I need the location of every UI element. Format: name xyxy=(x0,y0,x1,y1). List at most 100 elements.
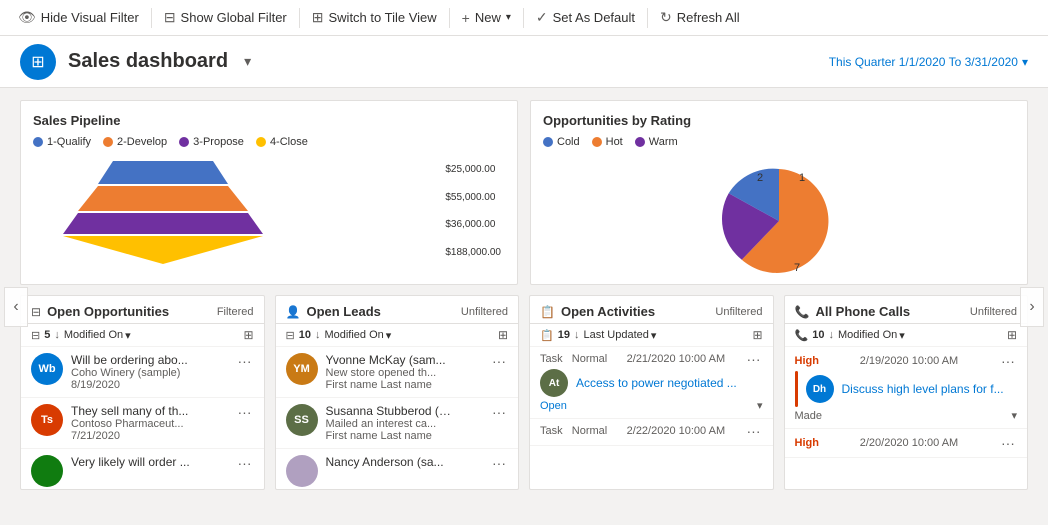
phone-item[interactable]: High 2/20/2020 10:00 AM ··· xyxy=(785,429,1028,458)
avatar xyxy=(31,455,63,487)
sales-pipeline-card: Sales Pipeline 1-Qualify 2-Develop 3-Pro… xyxy=(20,100,518,285)
list-item[interactable]: Ts They sell many of th... Contoso Pharm… xyxy=(21,398,264,449)
activity-status-row: Open ▾ xyxy=(540,397,763,414)
activities-controls: 📋 19 ↓ Last Updated ▾ ⊞ xyxy=(530,324,773,347)
pie-label-7: 7 xyxy=(794,262,800,274)
opp-badge: Filtered xyxy=(217,306,254,318)
activity-item[interactable]: Task Normal 2/22/2020 10:00 AM ··· xyxy=(530,419,773,446)
funnel-chart xyxy=(33,156,293,266)
activity-title[interactable]: Access to power negotiated ... xyxy=(576,376,763,390)
funnel-label-1: $25,000.00 xyxy=(445,164,501,175)
propose-dot xyxy=(179,137,189,147)
more-options-icon[interactable]: ··· xyxy=(236,404,254,420)
leads-filter-icon[interactable]: ⊞ xyxy=(498,328,508,342)
phone-sort-btn[interactable]: Modified On ▾ xyxy=(838,329,905,342)
activities-body: Task Normal 2/21/2020 10:00 AM ··· At Ac… xyxy=(530,347,773,489)
phone-controls: 📞 10 ↓ Modified On ▾ ⊞ xyxy=(785,324,1028,347)
opp-rating-title: Opportunities by Rating xyxy=(543,113,1015,128)
item-sub: Contoso Pharmaceut... xyxy=(71,418,228,430)
phone-content: Discuss high level plans for f... xyxy=(842,382,1018,396)
nav-next-btn[interactable]: › xyxy=(1020,287,1044,327)
priority-bar xyxy=(795,371,798,407)
new-btn[interactable]: + New ▾ xyxy=(452,0,521,36)
more-options-icon[interactable]: ··· xyxy=(236,455,254,471)
sort-chevron-icon: ▾ xyxy=(899,329,905,342)
activities-sort-btn[interactable]: Last Updated ▾ xyxy=(583,329,656,342)
opportunities-rating-card: Opportunities by Rating Cold Hot Warm xyxy=(530,100,1028,285)
divider xyxy=(449,8,450,28)
item-name: Susanna Stubberod (… xyxy=(326,404,483,418)
item-sub: Coho Winery (sample) xyxy=(71,367,228,379)
show-global-filter-btn[interactable]: ⊟ Show Global Filter xyxy=(154,0,297,36)
phone-filter-icon[interactable]: ⊞ xyxy=(1007,328,1017,342)
eye-icon: 👁 xyxy=(18,9,36,26)
chevron-down-icon: ▾ xyxy=(506,12,511,23)
chevron-down-icon[interactable]: ▾ xyxy=(757,399,763,412)
opp-grid-icon: ⊟ xyxy=(31,305,41,319)
list-item[interactable]: Very likely will order ... ··· xyxy=(21,449,264,489)
activity-item[interactable]: Task Normal 2/21/2020 10:00 AM ··· At Ac… xyxy=(530,347,773,419)
refresh-all-btn[interactable]: ↻ Refresh All xyxy=(650,0,750,36)
legend-propose: 3-Propose xyxy=(179,136,244,148)
hide-visual-filter-btn[interactable]: 👁 Hide Visual Filter xyxy=(8,0,149,36)
divider xyxy=(647,8,648,28)
set-as-default-btn[interactable]: ✓ Set As Default xyxy=(526,0,645,36)
more-options-icon[interactable]: ··· xyxy=(745,423,763,439)
more-options-icon[interactable]: ··· xyxy=(490,455,508,471)
switch-tile-btn[interactable]: ⊞ Switch to Tile View xyxy=(302,0,447,36)
open-activities-card: 📋 Open Activities Unfiltered 📋 19 ↓ Last… xyxy=(529,295,774,490)
more-options-icon[interactable]: ··· xyxy=(236,353,254,369)
app-icon: ⊞ xyxy=(20,44,56,80)
phone-title: All Phone Calls xyxy=(815,304,910,319)
opp-sort-btn[interactable]: Modified On ▾ xyxy=(64,329,131,342)
item-sub: Mailed an interest ca... xyxy=(326,418,483,430)
activities-title: Open Activities xyxy=(561,304,655,319)
more-options-icon[interactable]: ··· xyxy=(999,353,1017,369)
phone-title[interactable]: Discuss high level plans for f... xyxy=(842,382,1018,396)
list-item[interactable]: SS Susanna Stubberod (… Mailed an intere… xyxy=(276,398,519,449)
phone-item[interactable]: High 2/19/2020 10:00 AM ··· Dh Discuss h… xyxy=(785,347,1028,429)
more-options-icon[interactable]: ··· xyxy=(999,435,1017,451)
phone-priority: High xyxy=(795,355,819,367)
cold-dot xyxy=(543,137,553,147)
activity-type: Task Normal xyxy=(540,425,607,437)
item-date: First name Last name xyxy=(326,379,483,391)
activities-filter-icon[interactable]: ⊞ xyxy=(752,328,762,342)
activity-top: Task Normal 2/22/2020 10:00 AM ··· xyxy=(540,423,763,439)
list-item[interactable]: YM Yvonne McKay (sam... New store opened… xyxy=(276,347,519,398)
activities-icon: 📋 xyxy=(540,305,555,319)
chevron-down-icon[interactable]: ▾ xyxy=(1011,409,1017,422)
item-content: Yvonne McKay (sam... New store opened th… xyxy=(326,353,483,391)
item-date: 7/21/2020 xyxy=(71,430,228,442)
more-options-icon[interactable]: ··· xyxy=(490,353,508,369)
all-phone-calls-card: 📞 All Phone Calls Unfiltered 📞 10 ↓ Modi… xyxy=(784,295,1029,490)
opp-filter-icon[interactable]: ⊞ xyxy=(243,328,253,342)
title-chevron-icon[interactable]: ▾ xyxy=(244,53,251,70)
sort-chevron-icon: ▾ xyxy=(125,329,131,342)
leads-count: 10 xyxy=(299,329,311,341)
activity-date: 2/21/2020 10:00 AM xyxy=(627,353,725,365)
phone-header: 📞 All Phone Calls Unfiltered xyxy=(785,296,1028,324)
activity-row: At Access to power negotiated ... xyxy=(540,369,763,397)
leads-sort-btn[interactable]: Modified On ▾ xyxy=(324,329,391,342)
legend-cold: Cold xyxy=(543,136,580,148)
leads-controls: ⊟ 10 ↓ Modified On ▾ ⊞ xyxy=(276,324,519,347)
more-options-icon[interactable]: ··· xyxy=(490,404,508,420)
activity-date: 2/22/2020 10:00 AM xyxy=(627,425,725,437)
list-item[interactable]: Nancy Anderson (sa... ··· xyxy=(276,449,519,489)
item-content: Susanna Stubberod (… Mailed an interest … xyxy=(326,404,483,442)
phone-table-icon: 📞 xyxy=(795,329,809,342)
more-options-icon[interactable]: ··· xyxy=(745,351,763,367)
hot-dot xyxy=(592,137,602,147)
list-item[interactable]: Wb Will be ordering abo... Coho Winery (… xyxy=(21,347,264,398)
nav-prev-btn[interactable]: ‹ xyxy=(4,287,28,327)
phone-count: 10 xyxy=(812,329,824,341)
activity-type: Task Normal xyxy=(540,353,607,365)
develop-dot xyxy=(103,137,113,147)
qualify-dot xyxy=(33,137,43,147)
opp-count: 5 xyxy=(44,329,50,341)
cards-row: ⊟ Open Opportunities Filtered ⊟ 5 ↓ Modi… xyxy=(20,295,1028,490)
leads-table-icon: ⊟ xyxy=(286,329,295,342)
date-range[interactable]: This Quarter 1/1/2020 To 3/31/2020 ▾ xyxy=(829,55,1028,69)
phone-row: Dh Discuss high level plans for f... xyxy=(795,371,1018,407)
